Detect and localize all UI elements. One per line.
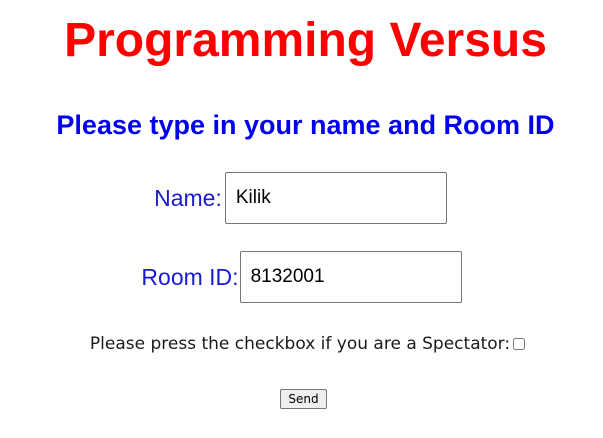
page: Programming Versus Please type in your n… (0, 0, 603, 438)
name-row: Name: (0, 171, 603, 225)
room-id-input[interactable] (239, 251, 462, 303)
send-row: Send (0, 388, 603, 409)
room-id-label: Room ID: (141, 263, 239, 290)
name-label: Name: (154, 184, 222, 211)
spectator-label: Please press the checkbox if you are a S… (89, 334, 511, 354)
spectator-checkbox[interactable] (513, 338, 526, 350)
page-title: Programming Versus (64, 14, 547, 67)
spectator-row: Please press the checkbox if you are a S… (0, 332, 603, 356)
send-button[interactable]: Send (280, 388, 327, 409)
page-subtitle: Please type in your name and Room ID (56, 110, 555, 140)
room-id-row: Room ID: (0, 250, 603, 304)
name-input[interactable] (224, 172, 447, 224)
